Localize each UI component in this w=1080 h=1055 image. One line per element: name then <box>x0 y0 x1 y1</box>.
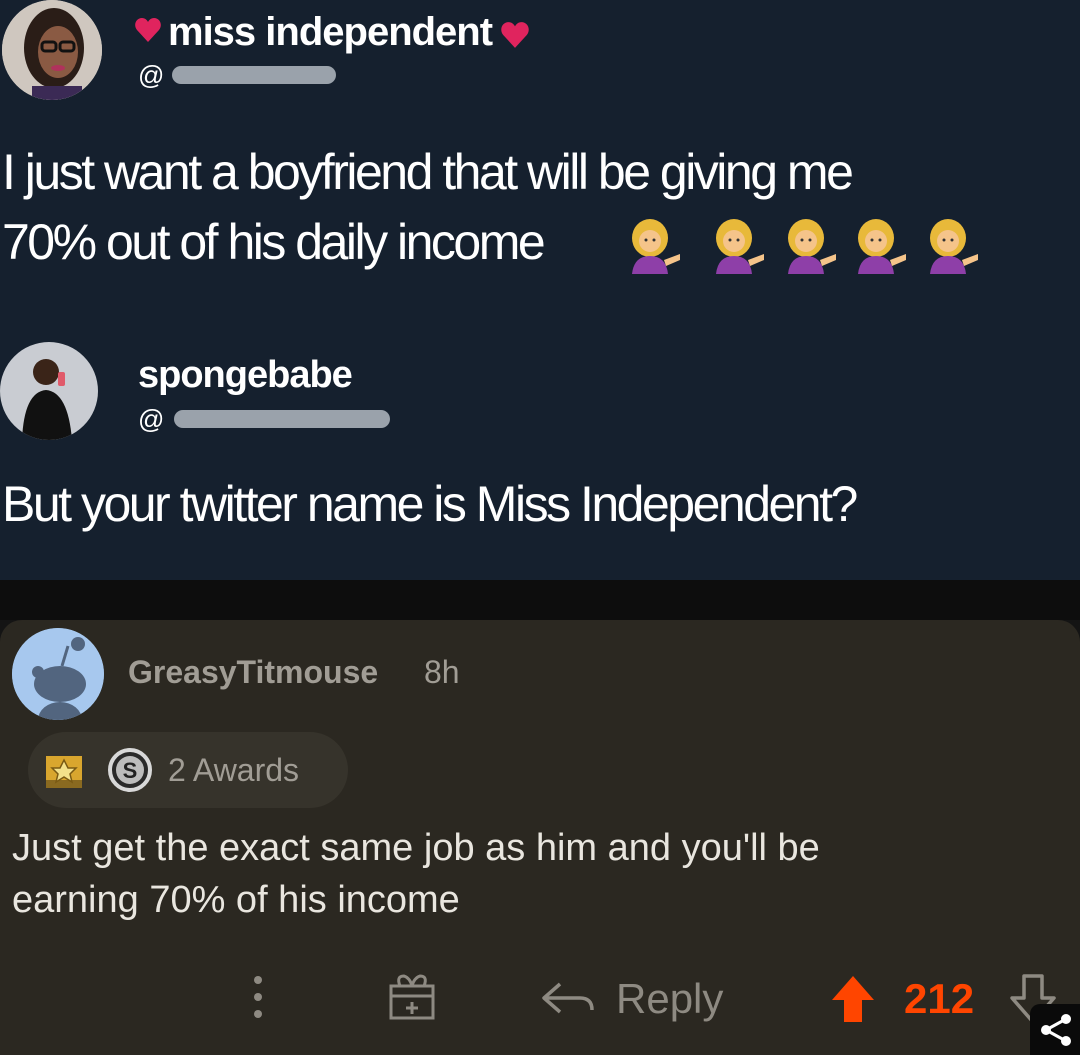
snoo-avatar[interactable] <box>12 628 104 720</box>
reply-arrow-icon[interactable] <box>540 978 596 1018</box>
tweet1-text-line2: 70% out of his daily income <box>2 214 546 270</box>
separator <box>0 580 1080 620</box>
miss-independent-avatar <box>2 0 102 100</box>
tweet1-handle-redacted <box>172 66 336 84</box>
person-tipping-hand-emoji <box>858 219 906 274</box>
heart-icon <box>135 18 161 42</box>
person-tipping-hand-emoji <box>632 219 680 274</box>
gold-award-icon <box>46 756 82 788</box>
silver-award-icon: S <box>108 748 152 792</box>
tweet2-handle-redacted <box>174 410 390 428</box>
tweet1-text-line1: I just want a boyfriend that will be giv… <box>2 144 854 200</box>
comment-age: 8h <box>424 654 460 690</box>
person-tipping-hand-emoji <box>788 219 836 274</box>
awards-pill[interactable]: S 2 Awards <box>28 732 348 808</box>
more-options-icon[interactable] <box>248 970 268 1024</box>
awards-count: 2 Awards <box>168 752 300 788</box>
tweet1-handle-at: @ <box>138 60 165 90</box>
person-tipping-hand-emoji <box>716 219 764 274</box>
spongebabe-avatar <box>0 342 98 440</box>
emoji-row <box>622 212 982 276</box>
tweet2-display-name: spongebabe <box>138 354 353 396</box>
reply-button[interactable]: Reply <box>616 974 723 1024</box>
heart-icon <box>501 22 529 48</box>
tweet-screenshot: miss independent @ I just want a boyfrie… <box>0 0 1080 580</box>
score: 212 <box>904 975 975 1022</box>
gift-icon[interactable] <box>386 972 438 1022</box>
tweet2-handle-at: @ <box>138 404 165 434</box>
tweet1-display-name: miss independent <box>168 10 493 54</box>
person-tipping-hand-emoji <box>930 219 978 274</box>
comment-body-line2: earning 70% of his income <box>12 879 460 921</box>
tweet2-text: But your twitter name is Miss Independen… <box>2 476 858 532</box>
reddit-comment-card: GreasyTitmouse 8h S 2 Awards Just get th… <box>0 620 1080 1055</box>
upvote-arrow-icon[interactable] <box>830 974 876 1024</box>
share-icon <box>1041 1014 1071 1046</box>
share-button[interactable] <box>1030 1004 1080 1055</box>
comment-username[interactable]: GreasyTitmouse <box>128 652 378 692</box>
svg-text:S: S <box>123 758 138 783</box>
comment-body-line1: Just get the exact same job as him and y… <box>12 827 820 869</box>
